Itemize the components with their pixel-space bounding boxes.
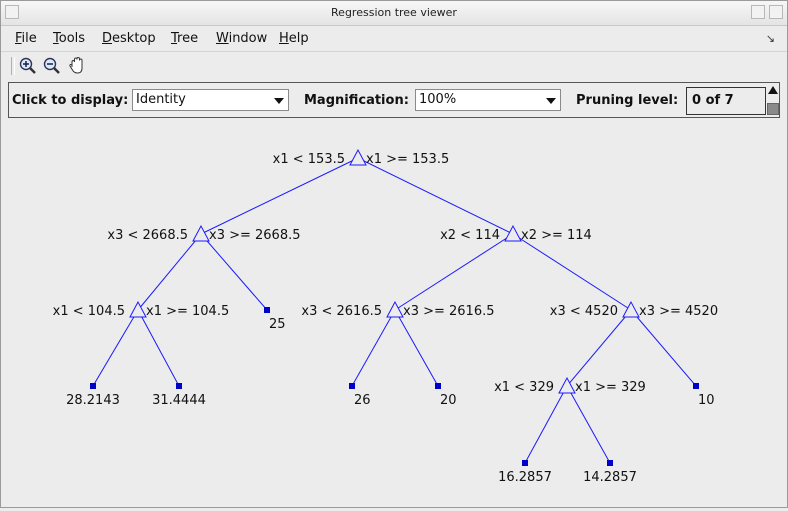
tree-edge-n2-l3 (200, 233, 268, 311)
split-rule-right: x1 >= 104.5 (146, 304, 229, 319)
leaf-node-l4[interactable] (349, 383, 355, 389)
leaf-value: 26 (354, 393, 371, 408)
zoom-out-icon[interactable] (42, 56, 62, 76)
tree-diagram: x1 < 153.5 x1 >= 153.5 x3 < 2668.5 x3 >= 26… (53, 148, 718, 485)
leaf-node-l1[interactable] (90, 383, 96, 389)
split-rule-right: x3 >= 2616.5 (403, 304, 495, 319)
pruning-level-field[interactable]: 0 of 7 (686, 87, 766, 115)
magnification-value: 100% (419, 92, 457, 107)
split-rule-right: x3 >= 4520 (639, 304, 718, 319)
window-menu-button[interactable] (5, 5, 19, 19)
chevron-down-icon (274, 98, 284, 104)
menu-help[interactable]: Help (279, 31, 309, 46)
menu-desktop[interactable]: Desktop (102, 31, 156, 46)
tree-edge-n2-n4 (137, 233, 202, 311)
leaf-value: 31.4444 (152, 393, 206, 408)
leaf-value: 25 (269, 317, 286, 332)
maximize-button[interactable] (769, 5, 783, 19)
display-label: Click to display: (12, 93, 129, 108)
split-rule-left: x1 < 104.5 (53, 304, 125, 319)
leaf-node-l6[interactable] (693, 383, 699, 389)
branch-node-n7[interactable] (622, 300, 640, 318)
leaf-value: 16.2857 (498, 470, 552, 485)
split-rule-left: x1 < 153.5 (273, 152, 345, 167)
split-rule-left: x3 < 2668.5 (107, 228, 188, 243)
zoom-in-icon[interactable] (18, 56, 38, 76)
tree-edge-n4-l2 (137, 309, 180, 387)
split-rule-right: x1 >= 329 (575, 380, 646, 395)
tree-edge-n6-l5 (394, 309, 439, 387)
leaf-value: 14.2857 (583, 470, 637, 485)
tree-edge-n3-n7 (512, 233, 632, 311)
tree-nodes: x1 < 153.5 x1 >= 153.5 x3 < 2668.5 x3 >= 26… (53, 148, 718, 485)
tree-edge-n7-n12 (566, 309, 632, 387)
split-rule-left: x3 < 4520 (550, 304, 618, 319)
tree-edge-n1-n3 (357, 157, 514, 235)
branch-node-n6[interactable] (386, 300, 404, 318)
toolbar (1, 51, 787, 80)
split-rule-left: x2 < 114 (440, 228, 500, 243)
tree-edge-n12-l7 (524, 385, 568, 464)
branch-node-n3[interactable] (504, 224, 522, 242)
leaf-value: 10 (698, 393, 715, 408)
spinner-up-icon[interactable] (768, 86, 778, 94)
menu-tree[interactable]: Tree (171, 31, 198, 46)
display-select[interactable]: Identity (132, 89, 289, 111)
pan-hand-icon[interactable] (67, 56, 87, 76)
title-bar: Regression tree viewer (1, 1, 787, 26)
pruning-spinner[interactable] (767, 86, 780, 115)
leaf-node-l5[interactable] (435, 383, 441, 389)
menu-bar: File Tools Desktop Tree Window Help ↘ (1, 27, 787, 49)
leaf-value: 28.2143 (66, 393, 120, 408)
split-rule-left: x3 < 2616.5 (301, 304, 382, 319)
dock-arrow-icon[interactable]: ↘ (766, 32, 775, 45)
tree-edge-n4-l1 (92, 309, 139, 387)
leaf-node-l2[interactable] (176, 383, 182, 389)
menu-tools[interactable]: Tools (53, 31, 85, 46)
split-rule-right: x2 >= 114 (521, 228, 592, 243)
split-rule-right: x3 >= 2668.5 (209, 228, 301, 243)
branch-node-n1[interactable] (349, 148, 367, 166)
tree-canvas: x1 < 153.5 x1 >= 153.5 x3 < 2668.5 x3 >= 26… (1, 121, 787, 507)
spinner-down-button[interactable] (767, 103, 779, 115)
tree-edge-n7-l6 (630, 309, 697, 387)
magnification-select[interactable]: 100% (415, 89, 561, 111)
tree-edge-n1-n2 (200, 157, 359, 235)
toolbar-separator (11, 57, 15, 75)
chevron-down-icon (546, 98, 556, 104)
pruning-label: Pruning level: (576, 93, 679, 108)
tree-edge-n6-l4 (351, 309, 396, 387)
tree-viewer-window: Regression tree viewer File Tools Deskto… (0, 0, 788, 508)
display-value: Identity (136, 92, 186, 107)
split-rule-left: x1 < 329 (494, 380, 554, 395)
tree-edge-n12-l8 (566, 385, 611, 464)
menu-file[interactable]: File (15, 31, 37, 46)
magnification-label: Magnification: (304, 93, 409, 108)
minimize-button[interactable] (751, 5, 765, 19)
branch-node-n12[interactable] (558, 376, 576, 394)
split-rule-right: x1 >= 153.5 (366, 152, 449, 167)
branch-node-n4[interactable] (129, 300, 147, 318)
menu-window[interactable]: Window (216, 31, 267, 46)
leaf-value: 20 (440, 393, 457, 408)
leaf-node-l3[interactable] (264, 307, 270, 313)
tree-edge-n3-n6 (394, 233, 514, 311)
control-panel: Click to display: Identity Magnification… (8, 82, 780, 118)
leaf-node-l7[interactable] (522, 460, 528, 466)
branch-node-n2[interactable] (192, 224, 210, 242)
window-title: Regression tree viewer (331, 6, 457, 19)
leaf-node-l8[interactable] (607, 460, 613, 466)
